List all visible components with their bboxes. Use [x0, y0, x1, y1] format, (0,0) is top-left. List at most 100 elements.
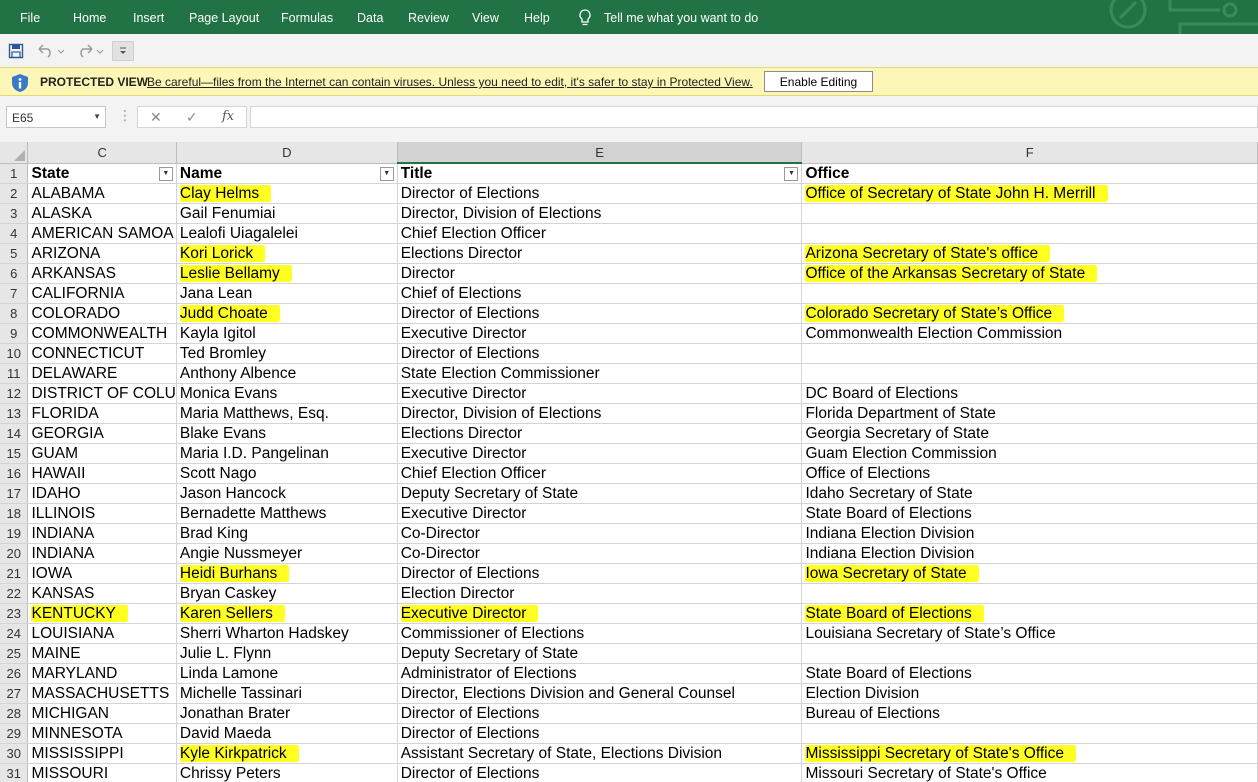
header-cell-name[interactable]: Name ▼ [176, 163, 398, 184]
cell-office[interactable]: DC Board of Elections [801, 383, 1258, 404]
cell-name[interactable]: Judd Choate [176, 303, 398, 324]
cell-state[interactable]: MARYLAND [27, 663, 177, 684]
row-header[interactable]: 2 [0, 183, 29, 204]
cell-state[interactable]: ALASKA [27, 203, 177, 224]
row-header[interactable]: 25 [0, 643, 29, 664]
cell-office[interactable]: Commonwealth Election Commission [801, 323, 1258, 344]
cell-title[interactable]: Election Director [397, 583, 803, 604]
cell-office[interactable]: Election Division [801, 683, 1258, 704]
cell-title[interactable]: Assistant Secretary of State, Elections … [397, 743, 803, 764]
cell-office[interactable] [801, 643, 1258, 664]
cell-state[interactable]: GUAM [27, 443, 177, 464]
confirm-icon[interactable]: ✓ [186, 109, 198, 126]
cell-state[interactable]: KENTUCKY [27, 603, 177, 624]
cell-office[interactable]: Office of the Arkansas Secretary of Stat… [801, 263, 1258, 284]
chevron-down-icon[interactable]: ▼ [93, 112, 101, 121]
cell-title[interactable]: Director of Elections [397, 343, 803, 364]
cell-name[interactable]: Kori Lorick [176, 243, 398, 264]
cancel-icon[interactable]: ✕ [150, 109, 162, 126]
row-header[interactable]: 16 [0, 463, 29, 484]
cell-office[interactable] [801, 723, 1258, 744]
cell-title[interactable]: Deputy Secretary of State [397, 483, 803, 504]
cell-name[interactable]: Leslie Bellamy [176, 263, 398, 284]
cell-name[interactable]: Anthony Albence [176, 363, 398, 384]
tab-view[interactable]: View [472, 11, 499, 25]
tab-data[interactable]: Data [357, 11, 383, 25]
tab-page-layout[interactable]: Page Layout [189, 11, 259, 25]
cell-state[interactable]: ARKANSAS [27, 263, 177, 284]
cell-state[interactable]: CONNECTICUT [27, 343, 177, 364]
cell-state[interactable]: ALABAMA [27, 183, 177, 204]
cell-name[interactable]: Linda Lamone [176, 663, 398, 684]
cell-office[interactable]: State Board of Elections [801, 503, 1258, 524]
header-cell-state[interactable]: State ▼ [27, 163, 177, 184]
cell-state[interactable]: DISTRICT OF COLU [27, 383, 177, 404]
cell-name[interactable]: Jason Hancock [176, 483, 398, 504]
cell-name[interactable]: Blake Evans [176, 423, 398, 444]
row-header[interactable]: 10 [0, 343, 29, 364]
tab-review[interactable]: Review [408, 11, 449, 25]
cell-title[interactable]: Elections Director [397, 423, 803, 444]
cell-title[interactable]: Executive Director [397, 603, 803, 624]
cell-state[interactable]: INDIANA [27, 523, 177, 544]
cell-title[interactable]: Director of Elections [397, 723, 803, 744]
column-header-f[interactable]: F [801, 142, 1258, 164]
cell-state[interactable]: MISSISSIPPI [27, 743, 177, 764]
row-header[interactable]: 4 [0, 223, 29, 244]
cell-title[interactable]: Director of Elections [397, 703, 803, 724]
row-header[interactable]: 24 [0, 623, 29, 644]
redo-icon[interactable] [74, 41, 106, 61]
row-header[interactable]: 13 [0, 403, 29, 424]
cell-title[interactable]: Executive Director [397, 503, 803, 524]
save-icon[interactable] [6, 41, 26, 61]
undo-icon[interactable] [35, 41, 67, 61]
cell-title[interactable]: Deputy Secretary of State [397, 643, 803, 664]
cell-title[interactable]: Commissioner of Elections [397, 623, 803, 644]
row-header[interactable]: 12 [0, 383, 29, 404]
cell-state[interactable]: MICHIGAN [27, 703, 177, 724]
cell-state[interactable]: LOUISIANA [27, 623, 177, 644]
cell-office[interactable]: Office of Secretary of State John H. Mer… [801, 183, 1258, 204]
cell-office[interactable] [801, 283, 1258, 304]
cell-title[interactable]: Director, Elections Division and General… [397, 683, 803, 704]
cell-title[interactable]: State Election Commissioner [397, 363, 803, 384]
cell-name[interactable]: Ted Bromley [176, 343, 398, 364]
cell-title[interactable]: Chief Election Officer [397, 223, 803, 244]
cell-state[interactable]: ILLINOIS [27, 503, 177, 524]
cell-office[interactable]: Guam Election Commission [801, 443, 1258, 464]
cell-name[interactable]: Heidi Burhans [176, 563, 398, 584]
cell-name[interactable]: Gail Fenumiai [176, 203, 398, 224]
cell-name[interactable]: Jana Lean [176, 283, 398, 304]
cell-name[interactable]: Angie Nussmeyer [176, 543, 398, 564]
cell-name[interactable]: Maria I.D. Pangelinan [176, 443, 398, 464]
cell-office[interactable]: Indiana Election Division [801, 523, 1258, 544]
row-header[interactable]: 22 [0, 583, 29, 604]
cell-title[interactable]: Chief of Elections [397, 283, 803, 304]
row-header[interactable]: 15 [0, 443, 29, 464]
cell-office[interactable] [801, 203, 1258, 224]
cell-name[interactable]: Kayla Igitol [176, 323, 398, 344]
row-header[interactable]: 30 [0, 743, 29, 764]
cell-name[interactable]: Bernadette Matthews [176, 503, 398, 524]
row-header[interactable]: 18 [0, 503, 29, 524]
cell-office[interactable] [801, 343, 1258, 364]
row-header[interactable]: 11 [0, 363, 29, 384]
column-header-d[interactable]: D [176, 142, 398, 164]
cell-title[interactable]: Elections Director [397, 243, 803, 264]
cell-name[interactable]: Jonathan Brater [176, 703, 398, 724]
row-header[interactable]: 28 [0, 703, 29, 724]
cell-office[interactable]: Georgia Secretary of State [801, 423, 1258, 444]
row-header[interactable]: 5 [0, 243, 29, 264]
cell-state[interactable]: MAINE [27, 643, 177, 664]
cell-office[interactable]: Missouri Secretary of State's Office [801, 763, 1258, 782]
cell-title[interactable]: Director, Division of Elections [397, 403, 803, 424]
row-header[interactable]: 7 [0, 283, 29, 304]
cell-office[interactable]: Colorado Secretary of State’s Office [801, 303, 1258, 324]
column-header-c[interactable]: C [27, 142, 177, 164]
cell-office[interactable] [801, 583, 1258, 604]
cell-title[interactable]: Director of Elections [397, 183, 803, 204]
tab-home[interactable]: Home [73, 11, 106, 25]
cell-office[interactable] [801, 363, 1258, 384]
cell-state[interactable]: MASSACHUSETTS [27, 683, 177, 704]
cell-state[interactable]: AMERICAN SAMOA [27, 223, 177, 244]
